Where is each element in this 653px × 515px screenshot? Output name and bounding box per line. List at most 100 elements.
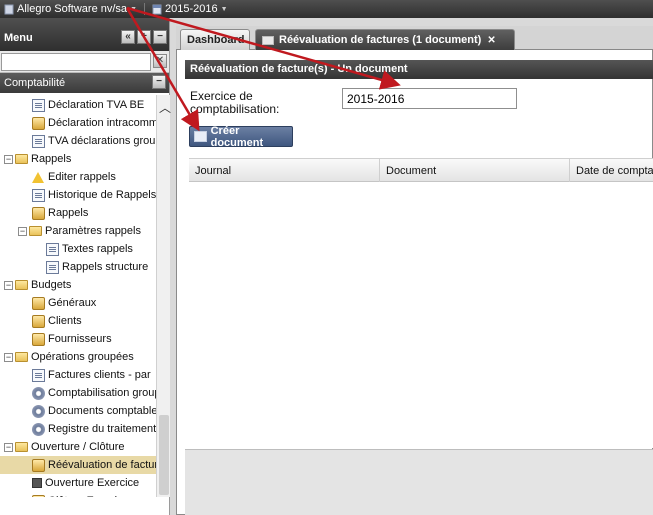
- tree-item-label: Factures clients - par: [48, 369, 151, 381]
- year-selector[interactable]: 2015-2016 ▼: [148, 0, 232, 18]
- tree-item[interactable]: Comptabilisation groupée: [0, 384, 156, 402]
- form-title: Réévaluation de facture(s) - Un document: [185, 60, 653, 79]
- gear-doc-icon: [32, 422, 45, 436]
- grid-header: Journal Document Date de comptabilisatio…: [189, 159, 653, 182]
- column-journal[interactable]: Journal: [189, 159, 380, 182]
- exercise-input[interactable]: [342, 88, 517, 109]
- scroll-up-icon[interactable]: ︿: [159, 99, 171, 116]
- collapse-section-button[interactable]: −: [152, 75, 166, 89]
- tab-label: Dashboard: [187, 34, 245, 46]
- doc-stack-icon: [32, 134, 45, 148]
- tree-item-label: Budgets: [31, 279, 72, 291]
- tree-scrollbar[interactable]: ︿: [156, 95, 171, 497]
- tree-item-label: Clients: [48, 315, 82, 327]
- collapse-left-button[interactable]: «: [121, 30, 135, 44]
- folder-icon: [15, 352, 28, 362]
- tree-item-label: Généraux: [48, 297, 97, 309]
- gold-icon: [32, 296, 45, 310]
- tree-item[interactable]: Rappels: [0, 204, 156, 222]
- chevron-down-icon: ▼: [220, 5, 228, 13]
- chevron-down-icon: ▼: [130, 5, 137, 13]
- section-header[interactable]: Comptabilité −: [0, 73, 169, 93]
- tree-item[interactable]: − Rappels: [0, 150, 156, 168]
- exercise-label: Exercice de comptabilisation:: [190, 89, 280, 116]
- tree-item-label: Rappels structure: [62, 261, 149, 273]
- tree-item-label: Documents comptables: [48, 405, 156, 417]
- section-title: Comptabilité: [4, 77, 66, 89]
- collapse-all-button[interactable]: −: [153, 30, 167, 44]
- tree-item[interactable]: Textes rappels: [0, 240, 156, 258]
- doc-icon: [32, 368, 45, 382]
- doc-icon: [32, 188, 45, 202]
- collapse-icon[interactable]: −: [4, 352, 13, 362]
- scrollbar-thumb[interactable]: [159, 415, 169, 495]
- year-value: 2015-2016: [165, 3, 218, 15]
- company-selector[interactable]: Allegro Software nv/sa ▼: [0, 0, 141, 18]
- gear-doc-icon: [32, 386, 45, 400]
- tree-item[interactable]: Déclaration TVA BE: [0, 96, 156, 114]
- tree-item[interactable]: Rappels structure: [0, 258, 156, 276]
- company-icon: [4, 4, 14, 14]
- top-bar: Allegro Software nv/sa ▼ 2015-2016 ▼: [0, 0, 653, 18]
- clear-search-icon[interactable]: ✕: [153, 54, 167, 68]
- calendar-icon: [152, 4, 162, 14]
- gold-icon: [32, 494, 45, 497]
- tree-item-label: Déclaration intracommunautaire: [48, 117, 156, 129]
- tree-item[interactable]: Déclaration intracommunautaire: [0, 114, 156, 132]
- folder-icon: [15, 442, 28, 452]
- text-doc-icon: [46, 242, 59, 256]
- tree-item[interactable]: − Budgets: [0, 276, 156, 294]
- gold-icon: [32, 332, 45, 346]
- tree-item-label: Textes rappels: [62, 243, 133, 255]
- tree-item[interactable]: Réévaluation de factures: [0, 456, 156, 474]
- tree-item[interactable]: Historique de Rappels: [0, 186, 156, 204]
- tree-item[interactable]: Editer rappels: [0, 168, 156, 186]
- create-document-label: Créer document: [210, 124, 264, 149]
- tree-item[interactable]: Documents comptables: [0, 402, 156, 420]
- tree-item-label: Déclaration TVA BE: [48, 99, 145, 111]
- collapse-icon[interactable]: −: [4, 442, 13, 452]
- menu-header: Menu « + −: [0, 18, 169, 51]
- tree-item[interactable]: Registre du traitement: [0, 420, 156, 438]
- column-date[interactable]: Date de comptabilisation: [570, 159, 653, 182]
- tree-item[interactable]: Clôture Exercice: [0, 492, 156, 497]
- collapse-icon[interactable]: −: [4, 154, 13, 164]
- tree-item[interactable]: Fournisseurs: [0, 330, 156, 348]
- divider: [144, 3, 145, 15]
- dark-square-icon: [32, 478, 42, 488]
- tab-dashboard[interactable]: Dashboard: [180, 29, 250, 50]
- tree-item-label: Editer rappels: [48, 171, 116, 183]
- tree-item-label: Réévaluation de factures: [48, 459, 156, 471]
- collapse-icon[interactable]: −: [18, 226, 27, 236]
- tree-item-label: Paramètres rappels: [45, 225, 141, 237]
- column-document[interactable]: Document: [380, 159, 570, 182]
- folder-icon: [15, 154, 28, 164]
- structure-icon: [46, 260, 59, 274]
- gold-doc-icon: [32, 458, 45, 472]
- menu-search-row: ✕: [0, 51, 169, 73]
- tree-item[interactable]: Ouverture Exercice: [0, 474, 156, 492]
- tree-item[interactable]: Factures clients - par: [0, 366, 156, 384]
- tree-item[interactable]: Généraux: [0, 294, 156, 312]
- tree-item[interactable]: − Paramètres rappels: [0, 222, 156, 240]
- tree-item-label: Ouverture Exercice: [45, 477, 140, 489]
- tree-item-label: Registre du traitement: [48, 423, 156, 435]
- tab-reevaluation[interactable]: Réévaluation de factures (1 document) ✕: [255, 29, 515, 50]
- menu-search-input[interactable]: [1, 53, 151, 71]
- tree-item-label: Comptabilisation groupée: [48, 387, 156, 399]
- collapse-icon[interactable]: −: [4, 280, 13, 290]
- create-document-button[interactable]: Créer document: [189, 124, 293, 149]
- gear-doc-icon: [32, 404, 45, 418]
- tree-item-label: Clôture Exercice: [48, 495, 129, 497]
- tree-item[interactable]: TVA déclarations groupées: [0, 132, 156, 150]
- document-icon: [194, 131, 207, 142]
- close-icon[interactable]: ✕: [487, 35, 495, 46]
- tab-label: Réévaluation de factures (1 document): [279, 34, 482, 46]
- tree-item[interactable]: Clients: [0, 312, 156, 330]
- tree-item-label: TVA déclarations groupées: [48, 135, 156, 147]
- expand-all-button[interactable]: +: [137, 30, 151, 44]
- tree-item[interactable]: − Ouverture / Clôture: [0, 438, 156, 456]
- company-name: Allegro Software nv/sa: [17, 3, 128, 15]
- tree-item[interactable]: − Opérations groupées: [0, 348, 156, 366]
- navigation-tree: Déclaration TVA BE Déclaration intracommu…: [0, 95, 156, 497]
